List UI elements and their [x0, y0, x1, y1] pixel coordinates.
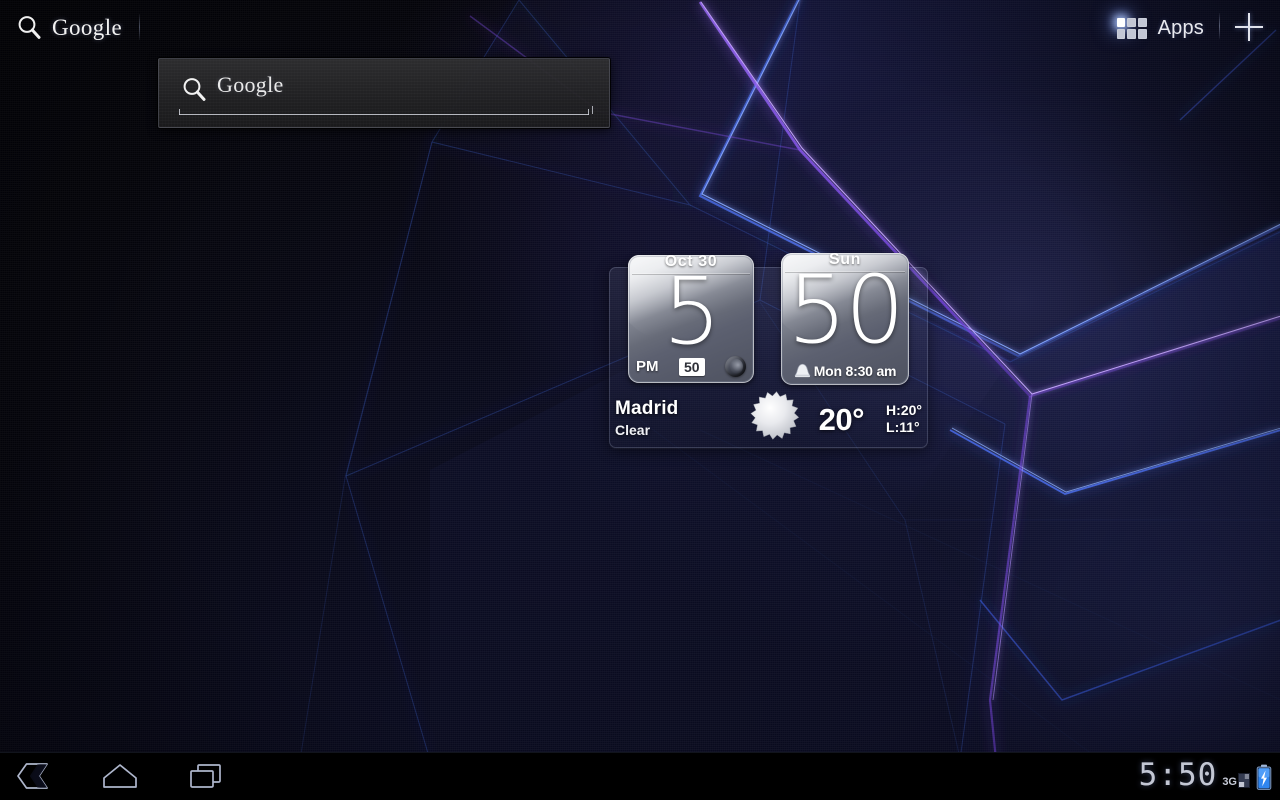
clock-card-footer: PM 50: [628, 356, 754, 377]
apps-label: Apps: [1157, 17, 1204, 39]
weather-location-block: Madrid Clear: [615, 398, 679, 439]
home-button[interactable]: [94, 754, 146, 798]
top-bar-divider-left: [139, 14, 140, 40]
clock-hour: 5: [662, 258, 722, 365]
back-button[interactable]: [8, 754, 60, 798]
weather-temperature: 20°: [818, 402, 865, 437]
back-chevron-icon: [17, 763, 48, 789]
status-clock: 5:50: [1138, 756, 1218, 793]
sun-icon: [750, 391, 800, 440]
network-type-label: 3G: [1222, 776, 1237, 788]
alarm-time: Mon 8:30 am: [813, 363, 897, 379]
navigation-buttons: [8, 752, 232, 800]
status-cluster[interactable]: 5:50 3G: [1139, 752, 1272, 800]
home-icon: [103, 764, 137, 788]
apps-launcher-button[interactable]: Apps: [1116, 11, 1204, 45]
recent-apps-icon: [190, 764, 221, 788]
recents-button[interactable]: [180, 754, 232, 798]
weather-city: Madrid: [615, 398, 679, 420]
search-input-caret: [592, 106, 593, 114]
search-magnifier-icon[interactable]: [181, 76, 207, 102]
search-input-placeholder[interactable]: Google: [217, 73, 284, 96]
top-bar-divider-right: [1219, 13, 1220, 39]
google-label: Google: [52, 14, 123, 40]
signal-indicator: 3G: [1222, 771, 1251, 789]
signal-bars-icon: [1238, 773, 1250, 788]
weather-high-low: H:20° L:11°: [886, 402, 922, 436]
add-to-homescreen-button[interactable]: [1235, 13, 1263, 41]
weather-condition: Clear: [615, 422, 651, 439]
weather-high: H:20°: [886, 401, 922, 418]
clock-meridiem: PM: [636, 358, 659, 375]
clock-flip-card[interactable]: Oct 30 5 PM 50: [628, 255, 754, 383]
google-search-launcher[interactable]: Google: [16, 10, 122, 44]
top-bar: Google Apps: [0, 0, 1280, 56]
battery-charging-icon: [1256, 764, 1272, 790]
search-input-underline: [179, 109, 589, 115]
weather-low: L:11°: [886, 418, 920, 435]
search-widget-content: Google: [181, 73, 589, 115]
clock-weather-widget[interactable]: Oct 30 5 PM 50 Sun 50 Mon 8:30 am Madrid…: [609, 253, 928, 448]
search-magnifier-icon: [18, 16, 41, 39]
alarm-bell-icon: [794, 363, 811, 378]
android-home-screen: Google Apps Google Oct 30 5 PM 50 Sun 50…: [0, 0, 1280, 800]
alarm-card-footer: Mon 8:30 am: [781, 363, 909, 379]
google-search-widget[interactable]: Google: [158, 58, 610, 128]
clock-minutes: 50: [678, 357, 705, 376]
alarm-day-number: 50: [787, 256, 905, 365]
weather-row[interactable]: Madrid Clear 20° H:20° L:11°: [609, 391, 928, 448]
moon-icon: [724, 356, 746, 377]
apps-grid-icon: [1116, 17, 1147, 39]
system-navigation-bar: 5:50 3G: [0, 752, 1280, 800]
alarm-flip-card[interactable]: Sun 50 Mon 8:30 am: [781, 253, 909, 385]
